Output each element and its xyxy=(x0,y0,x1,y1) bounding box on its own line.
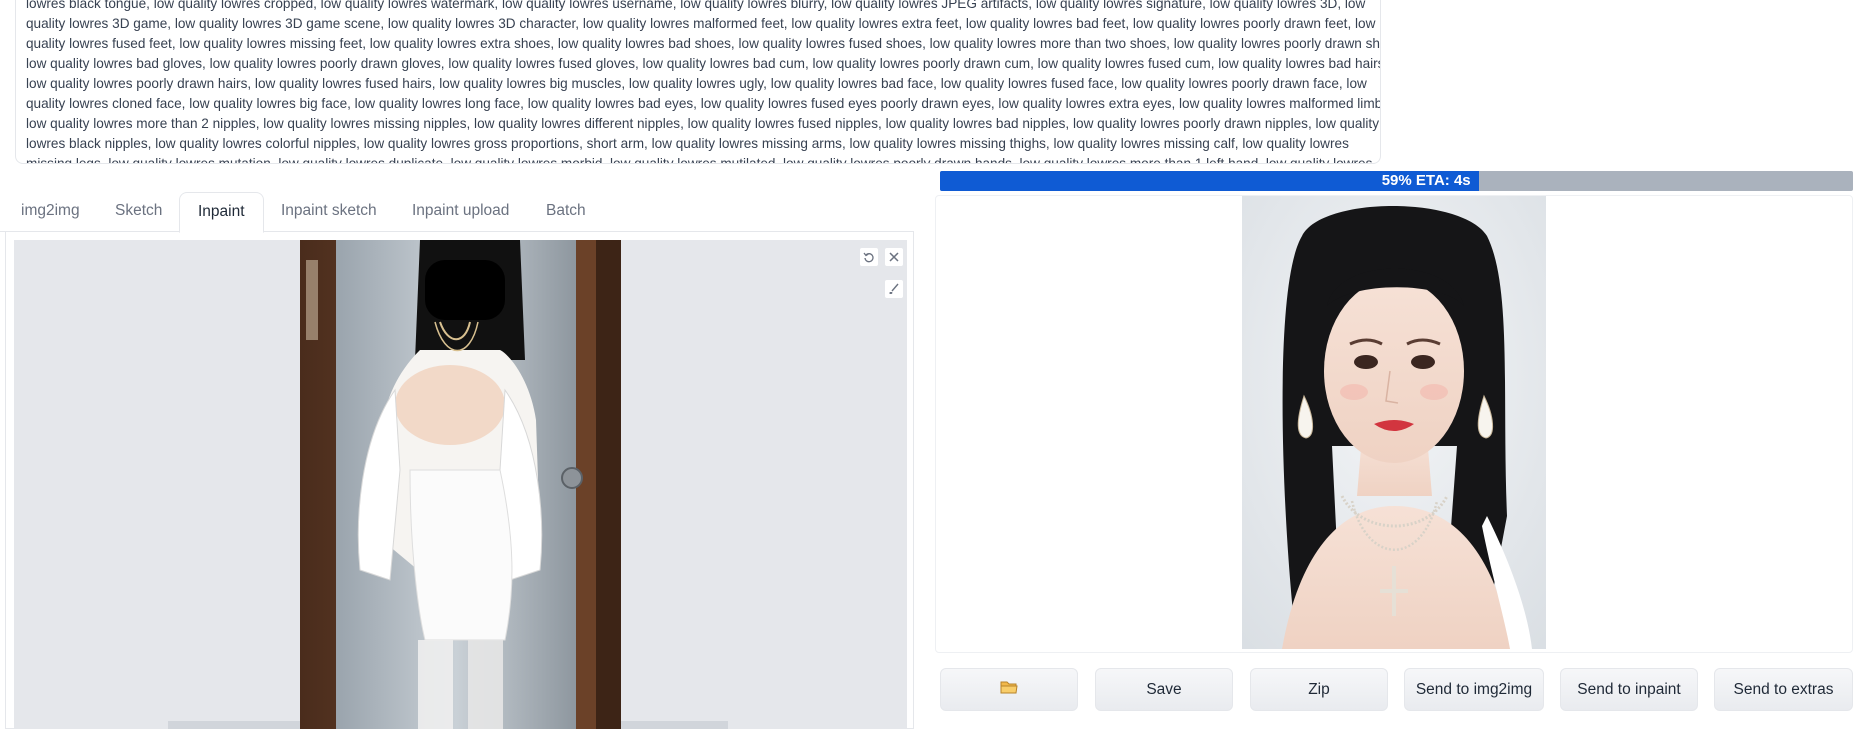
open-folder-button[interactable] xyxy=(940,668,1078,711)
send-to-extras-button[interactable]: Send to extras xyxy=(1714,668,1853,711)
negative-prompt-line: quality lowres fused feet, low quality l… xyxy=(26,36,1381,51)
brush-icon[interactable] xyxy=(884,279,904,299)
negative-prompt-line: lowres black nipples, low quality lowres… xyxy=(26,136,1349,151)
tab-inpaint[interactable]: Inpaint xyxy=(179,192,264,233)
tab-sketch[interactable]: Sketch xyxy=(97,192,180,232)
output-gallery xyxy=(935,195,1853,653)
zip-button[interactable]: Zip xyxy=(1250,668,1388,711)
folder-icon xyxy=(1000,679,1018,700)
tab-inpaint-upload[interactable]: Inpaint upload xyxy=(394,192,527,232)
inpaint-input-image[interactable] xyxy=(300,240,621,729)
negative-prompt-textarea[interactable]: lowres black tongue, low quality lowres … xyxy=(15,0,1381,164)
negative-prompt-line: quality lowres 3D game, low quality lowr… xyxy=(26,16,1376,31)
undo-icon[interactable] xyxy=(859,247,879,267)
negative-prompt-line: low quality lowres more than 2 nipples, … xyxy=(26,116,1379,131)
generation-progress-bar: 59% ETA: 4s xyxy=(940,171,1853,191)
progress-fill: 59% ETA: 4s xyxy=(940,171,1479,191)
progress-text: 59% ETA: 4s xyxy=(1381,172,1471,189)
tab-inpaint-sketch[interactable]: Inpaint sketch xyxy=(263,192,395,232)
send-to-inpaint-button[interactable]: Send to inpaint xyxy=(1560,668,1698,711)
negative-prompt-line: quality lowres cloned face, low quality … xyxy=(26,96,1381,111)
generated-output-image[interactable] xyxy=(1242,196,1546,649)
negative-prompt-line: lowres black tongue, low quality lowres … xyxy=(26,0,1366,11)
tab-batch[interactable]: Batch xyxy=(528,192,604,232)
tab-img2img[interactable]: img2img xyxy=(3,192,98,232)
negative-prompt-line: low quality lowres bad gloves, low quali… xyxy=(26,56,1381,71)
negative-prompt-line: missing legs, low quality lowres mutatio… xyxy=(26,156,1373,164)
img2img-mode-tabs: img2img Sketch Inpaint Inpaint sketch In… xyxy=(0,192,914,233)
inpaint-canvas-panel xyxy=(5,232,914,729)
save-button[interactable]: Save xyxy=(1095,668,1233,711)
negative-prompt-line: low quality lowres poorly drawn hairs, l… xyxy=(26,76,1367,91)
close-icon[interactable] xyxy=(884,247,904,267)
send-to-img2img-button[interactable]: Send to img2img xyxy=(1404,668,1544,711)
